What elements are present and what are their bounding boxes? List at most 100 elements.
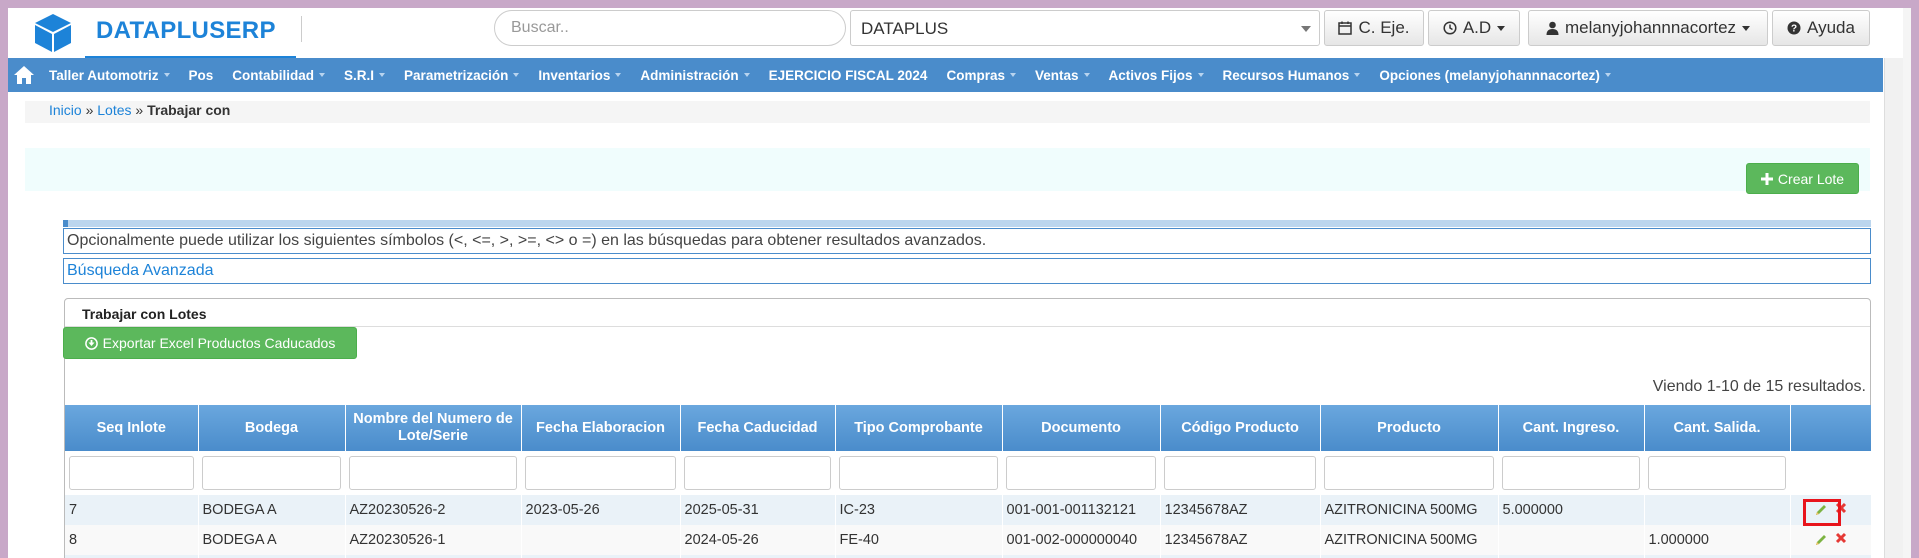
panel-title: Trabajar con Lotes	[82, 306, 207, 322]
help-label: Ayuda	[1807, 18, 1855, 37]
ejercicio-label: C. Eje.	[1358, 18, 1410, 37]
edit-button[interactable]	[1811, 530, 1831, 550]
filter-fecha-elaboracion[interactable]	[525, 456, 676, 490]
nav-compras[interactable]: Compras	[946, 68, 1016, 83]
nav-contabilidad[interactable]: Contabilidad	[232, 68, 326, 83]
crear-lote-button[interactable]: Crear Lote	[1746, 163, 1859, 194]
cell-fecha-caducidad: 2025-05-31	[680, 495, 836, 525]
filter-nombre-lote[interactable]	[349, 456, 517, 490]
search-input[interactable]	[494, 10, 846, 46]
filter-codigo-producto[interactable]	[1164, 456, 1316, 490]
nav-pos[interactable]: Pos	[189, 68, 214, 83]
filter-cant-ingreso[interactable]	[1502, 456, 1640, 490]
cell-seq-inlote: 7	[65, 495, 199, 525]
chevron-down-icon	[1604, 73, 1611, 77]
cell-documento: 001-001-001132121	[1002, 495, 1161, 525]
nav-administracion[interactable]: Administración	[640, 68, 750, 83]
nav-ventas[interactable]: Ventas	[1035, 68, 1090, 83]
filter-cant-salida[interactable]	[1648, 456, 1786, 490]
nav-sri[interactable]: S.R.I	[344, 68, 386, 83]
chevron-down-icon	[615, 73, 622, 77]
nav-inventarios[interactable]: Inventarios	[538, 68, 622, 83]
results-summary: Viendo 1-10 de 15 resultados.	[1652, 378, 1866, 395]
cell-codigo-producto: 12345678AZ	[1160, 495, 1321, 525]
download-circle-icon	[84, 336, 98, 350]
chevron-down-icon	[1742, 25, 1751, 31]
app-window: DATAPLUSERP DATAPLUS C. Eje. A.D melanyj…	[8, 8, 1903, 558]
cube-logo-icon	[35, 14, 71, 52]
info-top-bar	[63, 220, 1871, 227]
column-header-seq-inlote[interactable]: Seq Inlote	[65, 405, 199, 451]
company-select[interactable]: DATAPLUS	[850, 10, 1320, 46]
chevron-down-icon	[319, 73, 326, 77]
chevron-down-icon	[1197, 73, 1204, 77]
filter-seq-inlote[interactable]	[69, 456, 194, 490]
delete-button[interactable]	[1835, 532, 1847, 548]
advanced-search-link[interactable]: Búsqueda Avanzada	[63, 258, 1871, 284]
nav-opciones[interactable]: Opciones (melanyjohannnacortez)	[1379, 68, 1611, 83]
filter-fecha-caducidad[interactable]	[684, 456, 831, 490]
column-header-cant-salida[interactable]: Cant. Salida.	[1644, 405, 1791, 451]
breadcrumb-current: Trabajar con	[147, 102, 231, 118]
export-excel-label: Exportar Excel Productos Caducados	[102, 335, 336, 351]
brand-name[interactable]: DATAPLUSERP	[96, 17, 276, 45]
cell-fecha-elaboracion	[521, 525, 681, 555]
filter-tipo-comprobante[interactable]	[839, 456, 998, 490]
user-menu-button[interactable]: melanyjohannnacortez	[1528, 10, 1768, 46]
column-header-cant-ingreso[interactable]: Cant. Ingreso.	[1498, 405, 1645, 451]
breadcrumb-separator: »	[135, 102, 148, 118]
breadcrumb-home-link[interactable]: Inicio	[49, 102, 82, 118]
filter-producto[interactable]	[1324, 456, 1494, 490]
cell-tipo-comprobante: FE-40	[835, 525, 1003, 555]
chevron-down-icon	[163, 73, 170, 77]
cell-cant-salida	[1644, 495, 1791, 525]
cell-bodega: BODEGA A	[198, 495, 346, 525]
chevron-down-icon	[743, 73, 750, 77]
nav-parametrizacion[interactable]: Parametrización	[404, 68, 520, 83]
ad-button[interactable]: A.D	[1428, 10, 1520, 46]
breadcrumb-lotes-link[interactable]: Lotes	[97, 102, 131, 118]
column-header-bodega[interactable]: Bodega	[198, 405, 346, 451]
ejercicio-button[interactable]: C. Eje.	[1324, 10, 1424, 46]
cell-cant-salida: 1.000000	[1644, 525, 1791, 555]
crear-lote-label: Crear Lote	[1777, 170, 1845, 187]
nav-recursos-humanos[interactable]: Recursos Humanos	[1223, 68, 1361, 83]
cell-producto: AZITRONICINA 500MG	[1320, 525, 1499, 555]
chevron-down-icon	[1497, 25, 1506, 31]
svg-text:?: ?	[1791, 24, 1797, 35]
cell-cant-ingreso: 5.000000	[1498, 495, 1645, 525]
cell-fecha-caducidad: 2024-05-26	[680, 525, 836, 555]
export-excel-button[interactable]: Exportar Excel Productos Caducados	[63, 327, 357, 359]
table-row: 8 BODEGA A AZ20230526-1 2024-05-26 FE-40…	[65, 525, 1872, 555]
pencil-icon	[1815, 535, 1826, 545]
brand-separator	[301, 16, 302, 42]
clock-icon	[1443, 21, 1457, 35]
chevron-down-icon	[1301, 26, 1311, 32]
cell-actions	[1790, 525, 1872, 555]
column-header-actions	[1790, 405, 1872, 451]
column-header-tipo-comprobante[interactable]: Tipo Comprobante	[835, 405, 1003, 451]
filter-bodega[interactable]	[202, 456, 341, 490]
nav-ejercicio-fiscal[interactable]: EJERCICIO FISCAL 2024	[769, 68, 928, 83]
column-header-producto[interactable]: Producto	[1320, 405, 1499, 451]
column-header-fecha-caducidad[interactable]: Fecha Caducidad	[680, 405, 836, 451]
breadcrumb-separator: »	[85, 102, 98, 118]
help-button[interactable]: ? Ayuda	[1772, 10, 1870, 46]
column-header-nombre-lote[interactable]: Nombre del Numero de Lote/Serie	[345, 405, 522, 451]
window-edge	[1903, 8, 1911, 558]
chevron-down-icon	[513, 73, 520, 77]
cell-cant-ingreso	[1498, 525, 1645, 555]
user-name: melanyjohannnacortez	[1564, 18, 1737, 37]
column-header-codigo-producto[interactable]: Código Producto	[1160, 405, 1321, 451]
nav-activos-fijos[interactable]: Activos Fijos	[1109, 68, 1204, 83]
calendar-icon	[1338, 21, 1353, 35]
home-icon[interactable]	[13, 65, 35, 85]
column-header-fecha-elaboracion[interactable]: Fecha Elaboracion	[521, 405, 681, 451]
cell-nombre-lote: AZ20230526-1	[345, 525, 522, 555]
filter-documento[interactable]	[1006, 456, 1156, 490]
main-navbar: Taller Automotriz Pos Contabilidad S.R.I…	[8, 58, 1883, 92]
vertical-scrollbar[interactable]	[1884, 58, 1903, 558]
nav-taller-automotriz[interactable]: Taller Automotriz	[49, 68, 170, 83]
cell-nombre-lote: AZ20230526-2	[345, 495, 522, 525]
column-header-documento[interactable]: Documento	[1002, 405, 1161, 451]
